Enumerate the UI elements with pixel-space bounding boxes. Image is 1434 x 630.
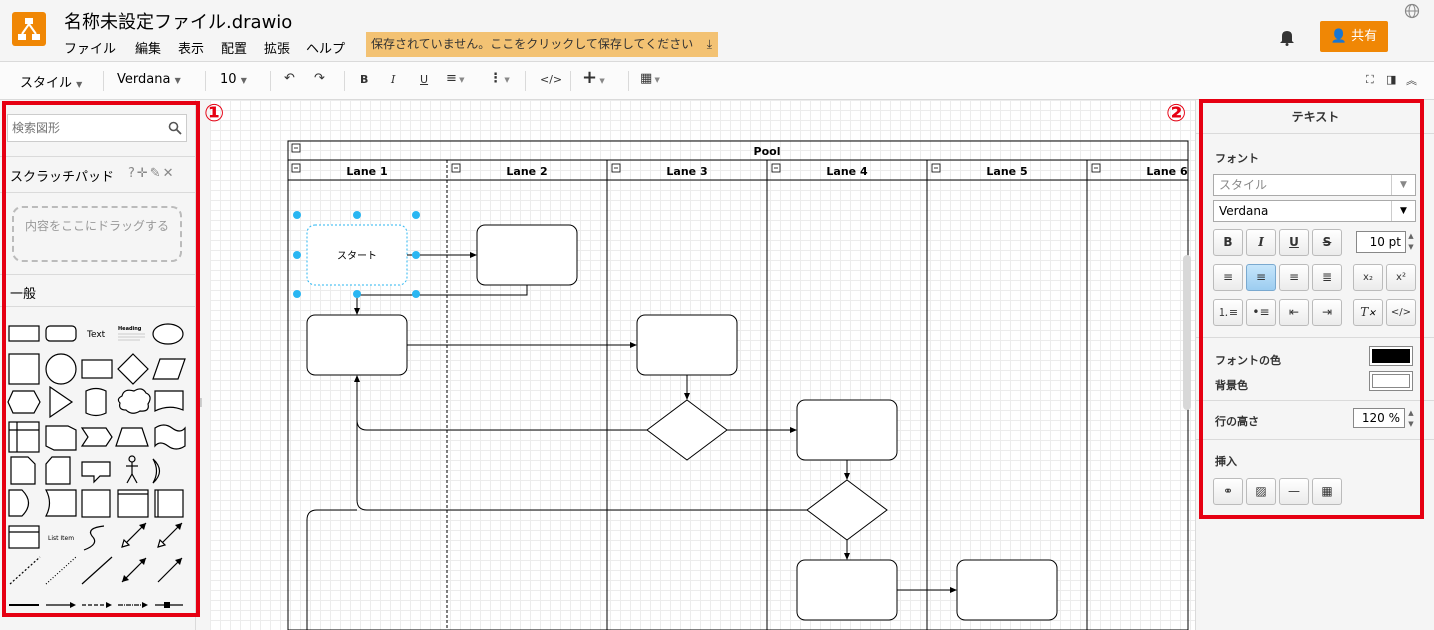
toolbar-divider: [205, 71, 206, 91]
process-node: [796, 399, 898, 461]
format-panel-toggle-icon[interactable]: ◨: [1386, 73, 1396, 86]
process-node: [956, 559, 1058, 621]
toolbar-divider: [103, 71, 104, 91]
selection-handle: [412, 211, 420, 219]
bell-icon[interactable]: [1278, 28, 1296, 46]
html-code-icon[interactable]: </>: [540, 73, 562, 86]
download-icon: ⤓: [706, 37, 712, 51]
insert-plus-icon[interactable]: + ▼: [582, 67, 605, 88]
menu-view[interactable]: 表示: [178, 38, 204, 57]
font-size-dropdown[interactable]: 10 ▼: [220, 72, 247, 87]
underline-icon[interactable]: U: [420, 73, 428, 86]
user-icon: 👤: [1330, 29, 1348, 44]
annotation-marker-1: ①: [204, 99, 225, 127]
app-header: 名称未設定ファイル.drawio ファイル 編集 表示 配置 拡張 ヘルプ 保存…: [0, 0, 1434, 62]
font-dropdown[interactable]: Verdana ▼: [117, 72, 181, 87]
font-size-label: 10: [220, 72, 237, 87]
pool-label: Pool: [754, 145, 781, 158]
menu-edit[interactable]: 編集: [135, 38, 161, 57]
toolbar-divider: [525, 71, 526, 91]
collapse-icon[interactable]: ︽: [1406, 72, 1417, 88]
selection-handle: [293, 290, 301, 298]
process-node: [636, 314, 738, 376]
share-label: 共有: [1351, 29, 1378, 44]
save-banner[interactable]: 保存されていません。ここをクリックして保存してください ⤓: [366, 32, 718, 57]
align-left-icon[interactable]: ≡ ▼: [446, 71, 465, 86]
canvas-scrollbar[interactable]: [1183, 255, 1191, 410]
lane-2-label: Lane 2: [506, 165, 547, 178]
decision-node: [646, 399, 728, 461]
diagram-svg[interactable]: Pool Lane 1 Lane 2 Lane 3 Lane 4 Lane 5 …: [210, 100, 1195, 630]
process-node: [476, 224, 578, 286]
annotation-box-sidebar: [2, 101, 200, 617]
drawio-logo-icon[interactable]: [12, 12, 46, 46]
share-button[interactable]: 👤 共有: [1320, 21, 1388, 52]
main-toolbar: スタイル ▼ Verdana ▼ 10 ▼ ↶ ↷ B I U ≡ ▼ ⋮ ▼ …: [0, 62, 1434, 100]
selection-handle: [353, 211, 361, 219]
table-icon[interactable]: ▦ ▼: [640, 71, 660, 86]
redo-icon[interactable]: ↷: [314, 71, 325, 86]
selection-handle: [412, 290, 420, 298]
process-node: [796, 559, 898, 621]
more-vertical-icon[interactable]: ⋮ ▼: [489, 71, 510, 86]
selection-handle: [293, 251, 301, 259]
start-label: スタート: [337, 250, 377, 262]
chevron-down-icon: ▼: [174, 76, 181, 85]
lane-1-label: Lane 1: [346, 165, 387, 178]
style-dropdown-label: スタイル: [20, 76, 73, 91]
italic-icon[interactable]: I: [391, 73, 395, 86]
lane-5-label: Lane 5: [986, 165, 1027, 178]
fullscreen-icon[interactable]: ⛶: [1366, 73, 1374, 87]
chevron-down-icon: ▼: [76, 80, 83, 89]
toolbar-divider: [570, 71, 571, 91]
selection-handle: [353, 290, 361, 298]
menu-extras[interactable]: 拡張: [264, 38, 290, 57]
lane-4-label: Lane 4: [826, 165, 868, 178]
style-dropdown[interactable]: スタイル ▼: [20, 72, 82, 91]
save-banner-text: 保存されていません。ここをクリックして保存してください: [371, 37, 694, 51]
selection-handle: [293, 211, 301, 219]
menu-file[interactable]: ファイル: [64, 38, 116, 57]
menu-help[interactable]: ヘルプ: [306, 38, 345, 57]
document-title[interactable]: 名称未設定ファイル.drawio: [64, 8, 292, 34]
selection-handle: [412, 251, 420, 259]
lane-3-label: Lane 3: [666, 165, 707, 178]
decision-node: [806, 479, 888, 541]
annotation-box-format: [1199, 99, 1424, 519]
pool: [287, 140, 1189, 630]
toolbar-divider: [344, 71, 345, 91]
annotation-marker-2: ②: [1166, 99, 1187, 127]
toolbar-divider: [270, 71, 271, 91]
diagram-canvas[interactable]: Pool Lane 1 Lane 2 Lane 3 Lane 4 Lane 5 …: [210, 100, 1195, 630]
globe-icon[interactable]: [1404, 3, 1420, 19]
toolbar-divider: [628, 71, 629, 91]
lane-6-label: Lane 6: [1146, 165, 1188, 178]
bold-icon[interactable]: B: [360, 73, 368, 86]
chevron-down-icon: ▼: [240, 76, 247, 85]
menu-arrange[interactable]: 配置: [221, 38, 247, 57]
font-dropdown-label: Verdana: [117, 72, 171, 87]
undo-icon[interactable]: ↶: [284, 71, 295, 86]
process-node: [306, 314, 408, 376]
